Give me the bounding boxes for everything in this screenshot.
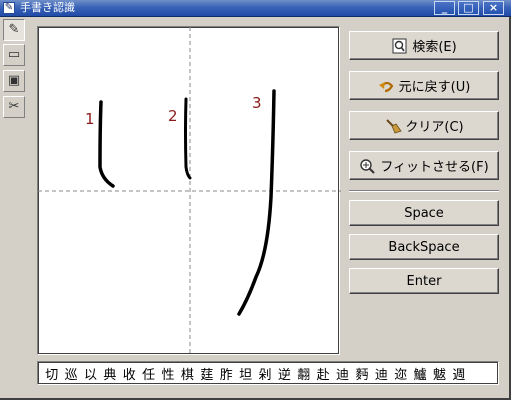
- undo-arrow-icon: [378, 78, 396, 94]
- candidate-char[interactable]: 翿: [294, 364, 313, 383]
- undo-button-label: 元に戻す(U): [398, 80, 471, 95]
- space-button-label: Space: [404, 205, 444, 221]
- stroke-2: [184, 97, 192, 180]
- app-icon: ✎: [3, 2, 15, 14]
- candidate-char[interactable]: 赴: [313, 364, 332, 383]
- stroke-3: [237, 89, 276, 316]
- pen-icon[interactable]: ✎: [3, 19, 25, 41]
- speech-bubble-icon[interactable]: ▭: [3, 44, 25, 66]
- candidate-list: 切巡以典收任性棋莛胙坦剁逆翿赴迪麪迪迩鱸魃週: [37, 361, 499, 385]
- maximize-button[interactable]: □: [458, 1, 479, 15]
- stroke-label-2: 2: [168, 107, 178, 125]
- candidate-char[interactable]: 任: [139, 364, 158, 383]
- clear-button-label: クリア(C): [405, 120, 464, 135]
- clear-button[interactable]: クリア(C): [349, 111, 499, 140]
- candidate-char[interactable]: 巡: [61, 364, 80, 383]
- candidate-char[interactable]: 收: [120, 364, 139, 383]
- candidate-char[interactable]: 棋: [178, 364, 197, 383]
- candidate-char[interactable]: 週: [449, 364, 468, 383]
- search-button[interactable]: 検索(E): [349, 31, 499, 60]
- candidate-char[interactable]: 剁: [255, 364, 274, 383]
- candidate-char[interactable]: 以: [81, 364, 100, 383]
- canvas-drawing: 1 2 3: [38, 27, 341, 356]
- left-toolbar: ✎ ▭ ▣ ✂: [2, 19, 26, 399]
- backspace-button[interactable]: BackSpace: [349, 234, 499, 260]
- fit-button-label: フィットさせる(F): [380, 160, 489, 175]
- zoom-fit-icon: [359, 158, 377, 174]
- enter-button[interactable]: Enter: [349, 268, 499, 294]
- scissors-icon[interactable]: ✂: [3, 96, 25, 118]
- search-button-label: 検索(E): [412, 40, 457, 55]
- candidate-char[interactable]: 迪: [333, 364, 352, 383]
- candidate-char[interactable]: 迩: [391, 364, 410, 383]
- candidate-char[interactable]: 鱸: [410, 364, 429, 383]
- handwriting-canvas[interactable]: 1 2 3: [37, 26, 341, 356]
- button-separator: [349, 190, 499, 192]
- close-button[interactable]: ×: [483, 1, 504, 15]
- backspace-button-label: BackSpace: [388, 239, 460, 255]
- candidate-char[interactable]: 性: [158, 364, 177, 383]
- candidate-char[interactable]: 莛: [197, 364, 216, 383]
- stroke-1: [98, 100, 115, 188]
- undo-button[interactable]: 元に戻す(U): [349, 71, 499, 100]
- candidate-char[interactable]: 典: [100, 364, 119, 383]
- minimize-button[interactable]: _: [434, 1, 455, 15]
- fit-button[interactable]: フィットさせる(F): [349, 151, 499, 180]
- candidate-char[interactable]: 麪: [352, 364, 371, 383]
- candidate-char[interactable]: 迪: [372, 364, 391, 383]
- candidate-char[interactable]: 坦: [236, 364, 255, 383]
- space-button[interactable]: Space: [349, 200, 499, 226]
- dictionary-icon[interactable]: ▣: [3, 70, 25, 92]
- candidate-char[interactable]: 胙: [217, 364, 236, 383]
- candidate-char[interactable]: 切: [42, 364, 61, 383]
- stroke-label-3: 3: [252, 94, 262, 112]
- enter-button-label: Enter: [406, 273, 442, 289]
- magnifier-doc-icon: [391, 38, 409, 54]
- title-bar[interactable]: ✎ 手書き認識 _ □ ×: [0, 0, 511, 17]
- stroke-label-1: 1: [85, 110, 95, 128]
- broom-icon: [384, 118, 403, 134]
- candidate-char[interactable]: 逆: [275, 364, 294, 383]
- candidate-char[interactable]: 魃: [430, 364, 449, 383]
- window-title: 手書き認識: [20, 1, 75, 14]
